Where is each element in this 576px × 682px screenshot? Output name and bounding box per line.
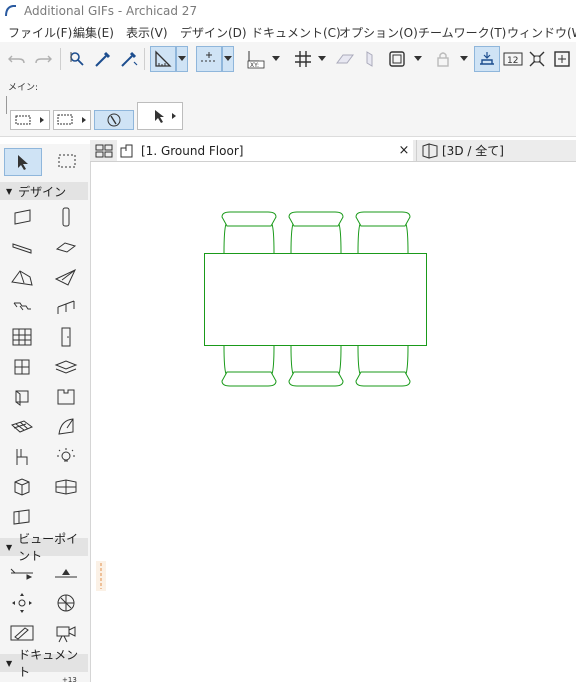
morph-tool-icon[interactable]	[52, 414, 80, 440]
marquee-tool-icon[interactable]	[52, 148, 82, 174]
menu-window[interactable]: ウィンドウ(W)	[507, 24, 576, 41]
info-box-main-label: メイン:	[8, 83, 39, 93]
menu-document[interactable]: ドキュメント(C)	[251, 24, 341, 41]
chair-bottom-1	[221, 345, 277, 387]
window-tool-icon[interactable]	[8, 354, 36, 380]
inject-parameters-icon[interactable]	[116, 46, 142, 72]
interior-elevation-tool-icon[interactable]	[8, 590, 36, 616]
svg-text:12: 12	[507, 56, 518, 66]
chair-top-3	[355, 211, 411, 254]
arrow-tool-option-button[interactable]	[137, 102, 183, 130]
layout-icon[interactable]	[549, 46, 575, 72]
grid-snap-dropdown-icon[interactable]	[316, 46, 328, 72]
curtain-wall-3d-tool-icon[interactable]	[52, 474, 80, 500]
snap-guides-dropdown-icon[interactable]	[222, 46, 234, 72]
lamp-tool-icon[interactable]	[52, 444, 80, 470]
menu-design[interactable]: デザイン(D)	[180, 24, 247, 41]
table-outline	[204, 253, 427, 346]
mesh-tool-icon[interactable]	[8, 414, 36, 440]
menu-file[interactable]: ファイル(F)	[8, 24, 72, 41]
undo-icon[interactable]	[4, 46, 30, 72]
object-tool-icon[interactable]	[8, 444, 36, 470]
grid-snap-icon[interactable]	[290, 46, 316, 72]
chair-top-1	[221, 211, 277, 254]
railing-tool-icon[interactable]	[52, 294, 80, 320]
toolbar-separator	[60, 48, 61, 70]
section-design-header[interactable]: ▼ デザイン	[0, 182, 88, 200]
elevation-tool-icon[interactable]	[52, 560, 80, 586]
door-tool-icon[interactable]	[52, 324, 80, 350]
trace-icon[interactable]	[474, 46, 500, 72]
marquee-edge-indicator	[96, 561, 106, 591]
coordinate-dropdown-icon[interactable]	[270, 46, 282, 72]
chair-bottom-3	[355, 345, 411, 387]
find-select-icon[interactable]	[64, 46, 90, 72]
view-cube-dropdown-icon[interactable]	[412, 46, 424, 72]
lock-dropdown-icon[interactable]	[458, 46, 470, 72]
surface-icon[interactable]	[332, 46, 358, 72]
section-document-header[interactable]: ▼ ドキュメント	[0, 648, 88, 679]
stair-tool-icon[interactable]	[8, 294, 36, 320]
pick-up-parameters-icon[interactable]	[90, 46, 116, 72]
collapse-triangle-icon: ▼	[6, 542, 13, 552]
snap-guides-icon[interactable]	[196, 46, 222, 72]
floor-plan-icon	[120, 144, 138, 158]
lock-icon[interactable]	[430, 46, 456, 72]
camera-tool-icon[interactable]	[52, 620, 80, 646]
section-viewpoint-header[interactable]: ▼ ビューポイント	[0, 532, 88, 563]
quick-selection-button[interactable]	[94, 110, 134, 130]
wall-tool-icon[interactable]	[8, 204, 36, 230]
guide-line-dropdown-icon[interactable]	[176, 46, 188, 72]
wall-end-tool-icon[interactable]	[8, 384, 36, 410]
section-tool-icon[interactable]	[8, 560, 36, 586]
guide-line-icon[interactable]	[150, 46, 176, 72]
zone-tool-icon[interactable]	[8, 474, 36, 500]
svg-text:+13: +13	[62, 676, 77, 682]
shell-tool-icon[interactable]	[52, 264, 80, 290]
chair-bottom-2	[288, 345, 344, 387]
tab-overview-icon[interactable]	[92, 140, 116, 161]
collapse-triangle-icon: ▼	[6, 186, 13, 196]
toolbar-separator	[144, 48, 145, 70]
beam-tool-icon[interactable]	[8, 234, 36, 260]
view-cube-icon[interactable]	[384, 46, 410, 72]
collapse-triangle-icon: ▼	[6, 658, 13, 668]
archicad-logo-icon	[4, 4, 18, 18]
arrow-tool-icon[interactable]	[4, 148, 42, 176]
menu-edit[interactable]: 編集(E)	[73, 24, 114, 41]
marquee-option-button[interactable]	[53, 110, 91, 130]
section-cut-icon[interactable]	[356, 46, 382, 72]
tab-ground-floor-label: [1. Ground Floor]	[141, 143, 244, 158]
dimension-tool-icon[interactable]: +13	[52, 674, 92, 682]
menu-options[interactable]: オプション(O)	[339, 24, 418, 41]
skylight-tool-icon[interactable]	[52, 354, 80, 380]
corner-window-tool-icon[interactable]	[52, 384, 80, 410]
section-design-label: デザイン	[18, 184, 67, 199]
slab-tool-icon[interactable]	[52, 234, 80, 260]
dining-table-plan[interactable]	[200, 208, 432, 390]
window-title: Additional GIFs - Archicad 27	[24, 4, 198, 18]
svg-text:XY:: XY:	[250, 62, 259, 69]
tab-3d-label: [3D / 全て]	[442, 144, 504, 158]
detail-tool-icon[interactable]	[8, 620, 36, 646]
coordinate-input-icon[interactable]: XY:	[242, 46, 268, 72]
section-viewpoint-label: ビューポイント	[18, 532, 79, 563]
menu-teamwork[interactable]: チームワーク(T)	[418, 24, 506, 41]
tab-ground-floor[interactable]: [1. Ground Floor]	[117, 140, 413, 161]
zoom-fit-icon[interactable]	[524, 46, 550, 72]
tab-3d[interactable]: [3D / 全て]	[416, 140, 576, 161]
info-box-divider	[6, 96, 7, 114]
column-tool-icon[interactable]	[52, 204, 80, 230]
menu-view[interactable]: 表示(V)	[126, 24, 168, 41]
close-tab-icon[interactable]: ×	[396, 140, 412, 161]
chair-top-2	[288, 211, 344, 254]
roof-tool-icon[interactable]	[8, 264, 36, 290]
curtain-wall-tool-icon[interactable]	[8, 324, 36, 350]
dimension-icon[interactable]: 12	[500, 46, 526, 72]
3d-window-icon	[421, 142, 439, 159]
stair-3d-tool-icon[interactable]	[8, 504, 36, 530]
worksheet-tool-icon[interactable]	[52, 590, 80, 616]
redo-icon[interactable]	[30, 46, 56, 72]
selection-method-button[interactable]	[10, 110, 50, 130]
